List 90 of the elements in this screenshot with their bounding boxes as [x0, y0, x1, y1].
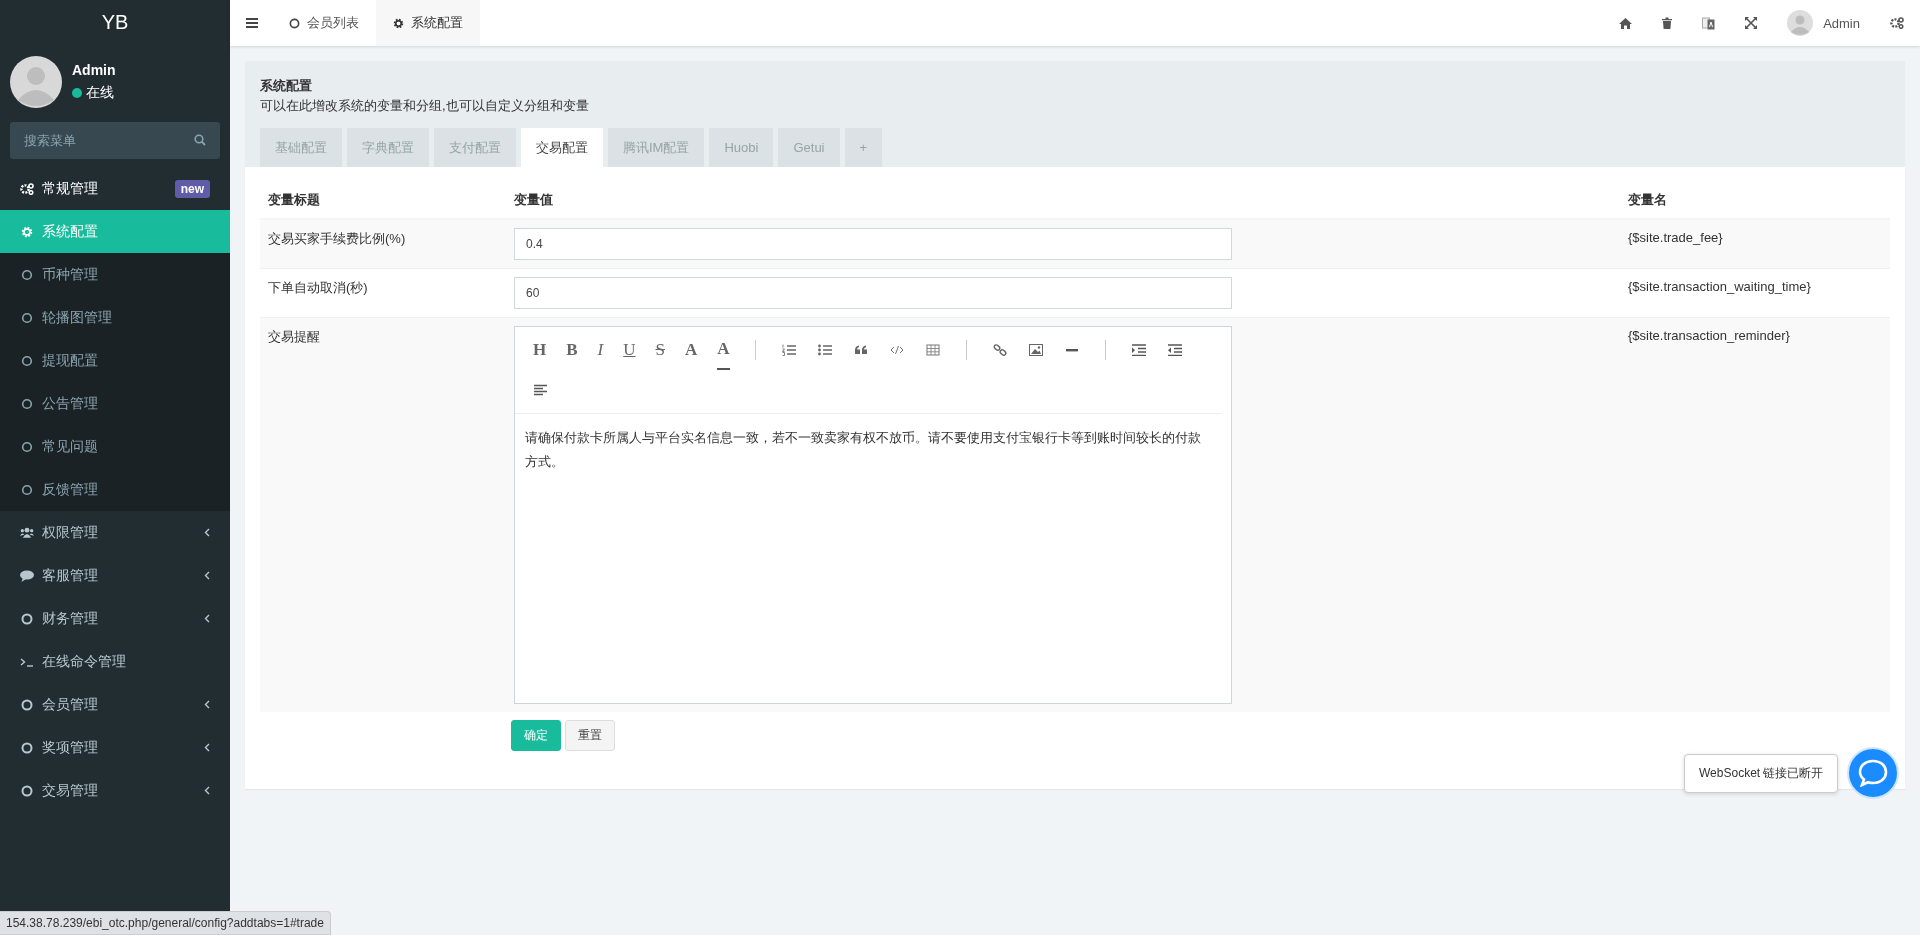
speech-bubble-icon: [20, 569, 34, 582]
submenu-item[interactable]: 币种管理: [0, 253, 230, 296]
menu-item[interactable]: 权限管理: [0, 511, 230, 554]
circle-icon: [20, 268, 34, 281]
menu-icon[interactable]: [246, 18, 258, 28]
column-header: 变量名: [1628, 192, 1667, 207]
align-left-icon[interactable]: [534, 384, 548, 396]
search-icon: [194, 134, 206, 146]
chevron-left-icon: [204, 786, 210, 795]
submenu-item[interactable]: 反馈管理: [0, 468, 230, 511]
user-name[interactable]: Admin: [1823, 15, 1860, 31]
table-cell: {$site.transaction_waiting_time}: [1628, 279, 1811, 294]
table-cell: 下单自动取消(秒): [268, 280, 368, 295]
menu-item[interactable]: 在线命令管理: [0, 640, 230, 683]
circle-icon: [289, 17, 300, 29]
italic-button[interactable]: I: [597, 330, 604, 370]
indent-icon[interactable]: [1131, 344, 1146, 356]
menu-item[interactable]: 奖项管理: [0, 726, 230, 769]
terminal-icon: [20, 656, 34, 667]
avatar-icon: [10, 56, 62, 108]
panel-title: 系统配置: [260, 77, 313, 95]
column-header: 变量标题: [268, 192, 320, 207]
circle-icon: [20, 440, 34, 453]
circle-icon: [20, 354, 34, 367]
status-bar-url: 154.38.78.239/ebi_otc.php/general/config?addtabs=1#trade: [0, 911, 331, 935]
circle-icon: [20, 698, 34, 711]
numbered-list-icon[interactable]: [781, 344, 796, 356]
font-color-button[interactable]: A: [717, 330, 730, 370]
menu-item[interactable]: 会员管理: [0, 683, 230, 726]
table-cell: {$site.trade_fee}: [1628, 230, 1723, 245]
submenu-item[interactable]: 提现配置: [0, 339, 230, 382]
editor-text: 请确保付款卡所属人与平台实名信息一致，若不一致卖家有权不放币。请不要使用支付宝银行卡等到账时间较长的付款方式。: [525, 429, 1201, 471]
input-field[interactable]: 0.4: [514, 228, 1232, 260]
user-status: 在线: [86, 84, 114, 102]
new-badge: new: [174, 179, 210, 198]
submenu-item[interactable]: 常见问题: [0, 425, 230, 468]
font-button[interactable]: A: [685, 330, 698, 370]
menu-item[interactable]: 常规管理 new: [0, 167, 230, 210]
circle-icon: [20, 397, 34, 410]
table-cell: 交易提醒: [268, 329, 320, 344]
reset-button[interactable]: 重置: [565, 720, 615, 751]
circle-icon: [20, 784, 34, 797]
link-icon[interactable]: [992, 344, 1007, 356]
table-cell: 交易买家手续费比例(%): [268, 231, 406, 246]
image-icon[interactable]: [1028, 344, 1043, 356]
gear-icon: [393, 17, 404, 29]
panel-description: 可以在此增改系统的变量和分组,也可以自定义分组和变量: [260, 97, 590, 115]
submenu-item[interactable]: 轮播图管理: [0, 296, 230, 339]
chevron-left-icon: [204, 571, 210, 580]
gears-icon: [20, 182, 34, 195]
toast-message: WebSocket 链接已断开: [1684, 754, 1839, 793]
gear-icon: [20, 225, 34, 238]
submenu-item[interactable]: 公告管理: [0, 382, 230, 425]
column-header: 变量值: [514, 192, 553, 207]
outdent-icon[interactable]: [1167, 344, 1182, 356]
logo: YB: [100, 9, 130, 35]
menu-item[interactable]: 财务管理: [0, 597, 230, 640]
table-cell: {$site.transaction_reminder}: [1628, 328, 1790, 343]
circle-icon: [20, 311, 34, 324]
menu-item[interactable]: 客服管理: [0, 554, 230, 597]
user-name: Admin: [72, 62, 116, 78]
underline-button[interactable]: U: [623, 330, 636, 370]
rich-text-editor[interactable]: H B I U S A A 请确保付款卡所属人与平台实名信息一致，若不一致卖家有权不放币。请不要使用支付宝银行卡等到账时间较长的付款方式。: [514, 326, 1232, 704]
bullet-list-icon[interactable]: [817, 344, 832, 356]
config-tab[interactable]: 交易配置: [521, 128, 603, 167]
chevron-left-icon: [204, 614, 210, 623]
search-field[interactable]: 搜索菜单: [10, 122, 220, 159]
chevron-left-icon: [204, 700, 210, 709]
bold-button[interactable]: B: [566, 330, 578, 370]
fullscreen-icon[interactable]: [1745, 17, 1758, 29]
circle-icon: [20, 741, 34, 754]
quote-icon[interactable]: [853, 344, 868, 356]
chevron-left-icon: [204, 528, 210, 537]
table-icon[interactable]: [925, 344, 940, 356]
chevron-left-icon: [204, 743, 210, 752]
circle-icon: [20, 483, 34, 496]
code-icon[interactable]: [889, 344, 904, 356]
page-tab[interactable]: 会员列表: [272, 0, 376, 46]
chat-bubble-icon: [1858, 759, 1888, 787]
heading-button[interactable]: H: [533, 330, 547, 370]
trash-icon[interactable]: [1662, 17, 1673, 29]
gears-icon[interactable]: [1890, 17, 1904, 29]
page-tab[interactable]: 系统配置: [376, 0, 480, 46]
translate-icon[interactable]: [1702, 16, 1716, 30]
users-icon: [20, 527, 34, 538]
input-field[interactable]: 60: [514, 277, 1232, 309]
strikethrough-button[interactable]: S: [655, 330, 665, 370]
menu-item[interactable]: 交易管理: [0, 769, 230, 812]
home-icon[interactable]: [1619, 17, 1633, 29]
circle-icon: [20, 612, 34, 625]
